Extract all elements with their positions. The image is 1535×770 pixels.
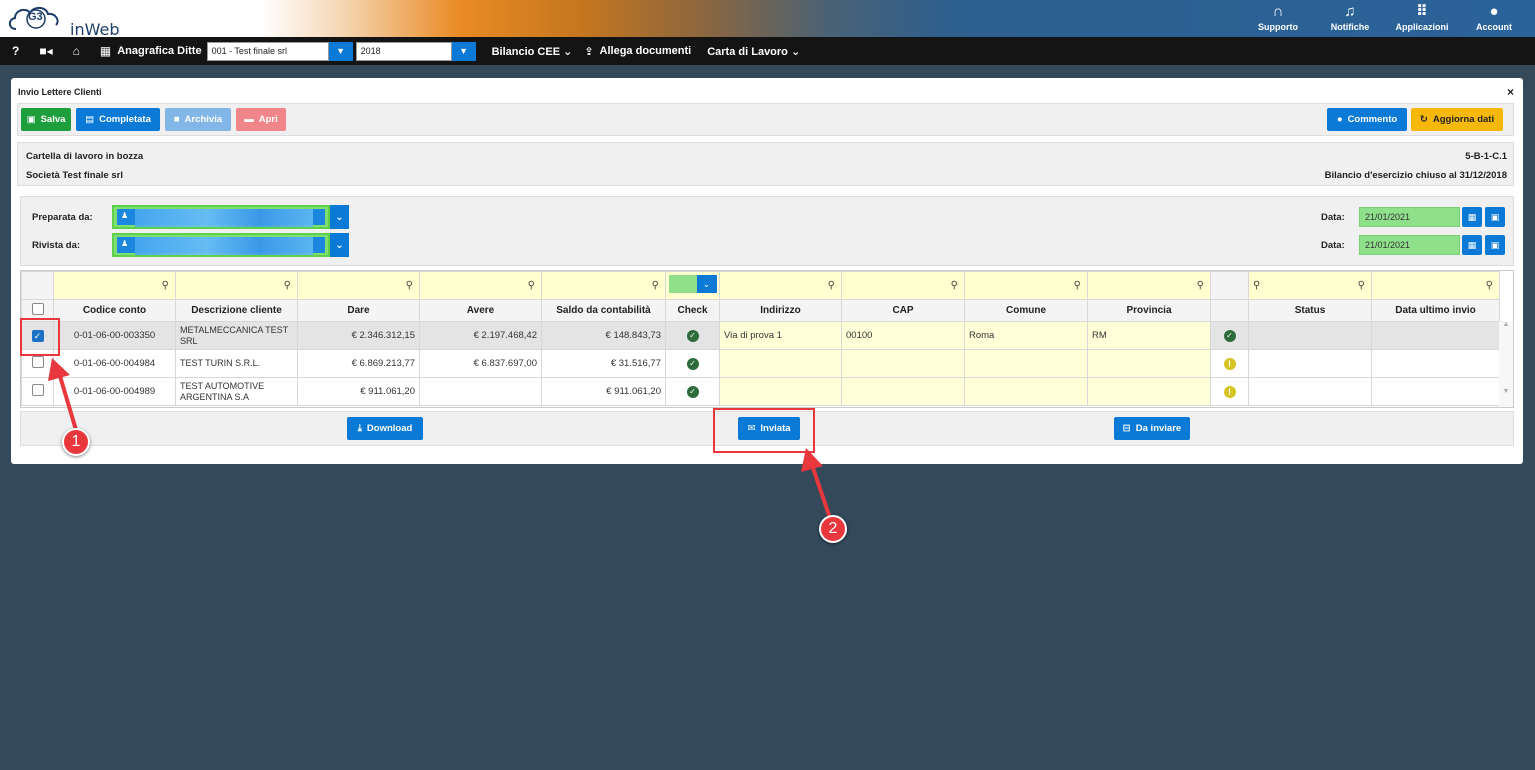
annotation-badge-1: 1 (62, 428, 90, 456)
annotation-arrows (48, 358, 832, 519)
annotation-badge-2: 2 (819, 515, 847, 543)
